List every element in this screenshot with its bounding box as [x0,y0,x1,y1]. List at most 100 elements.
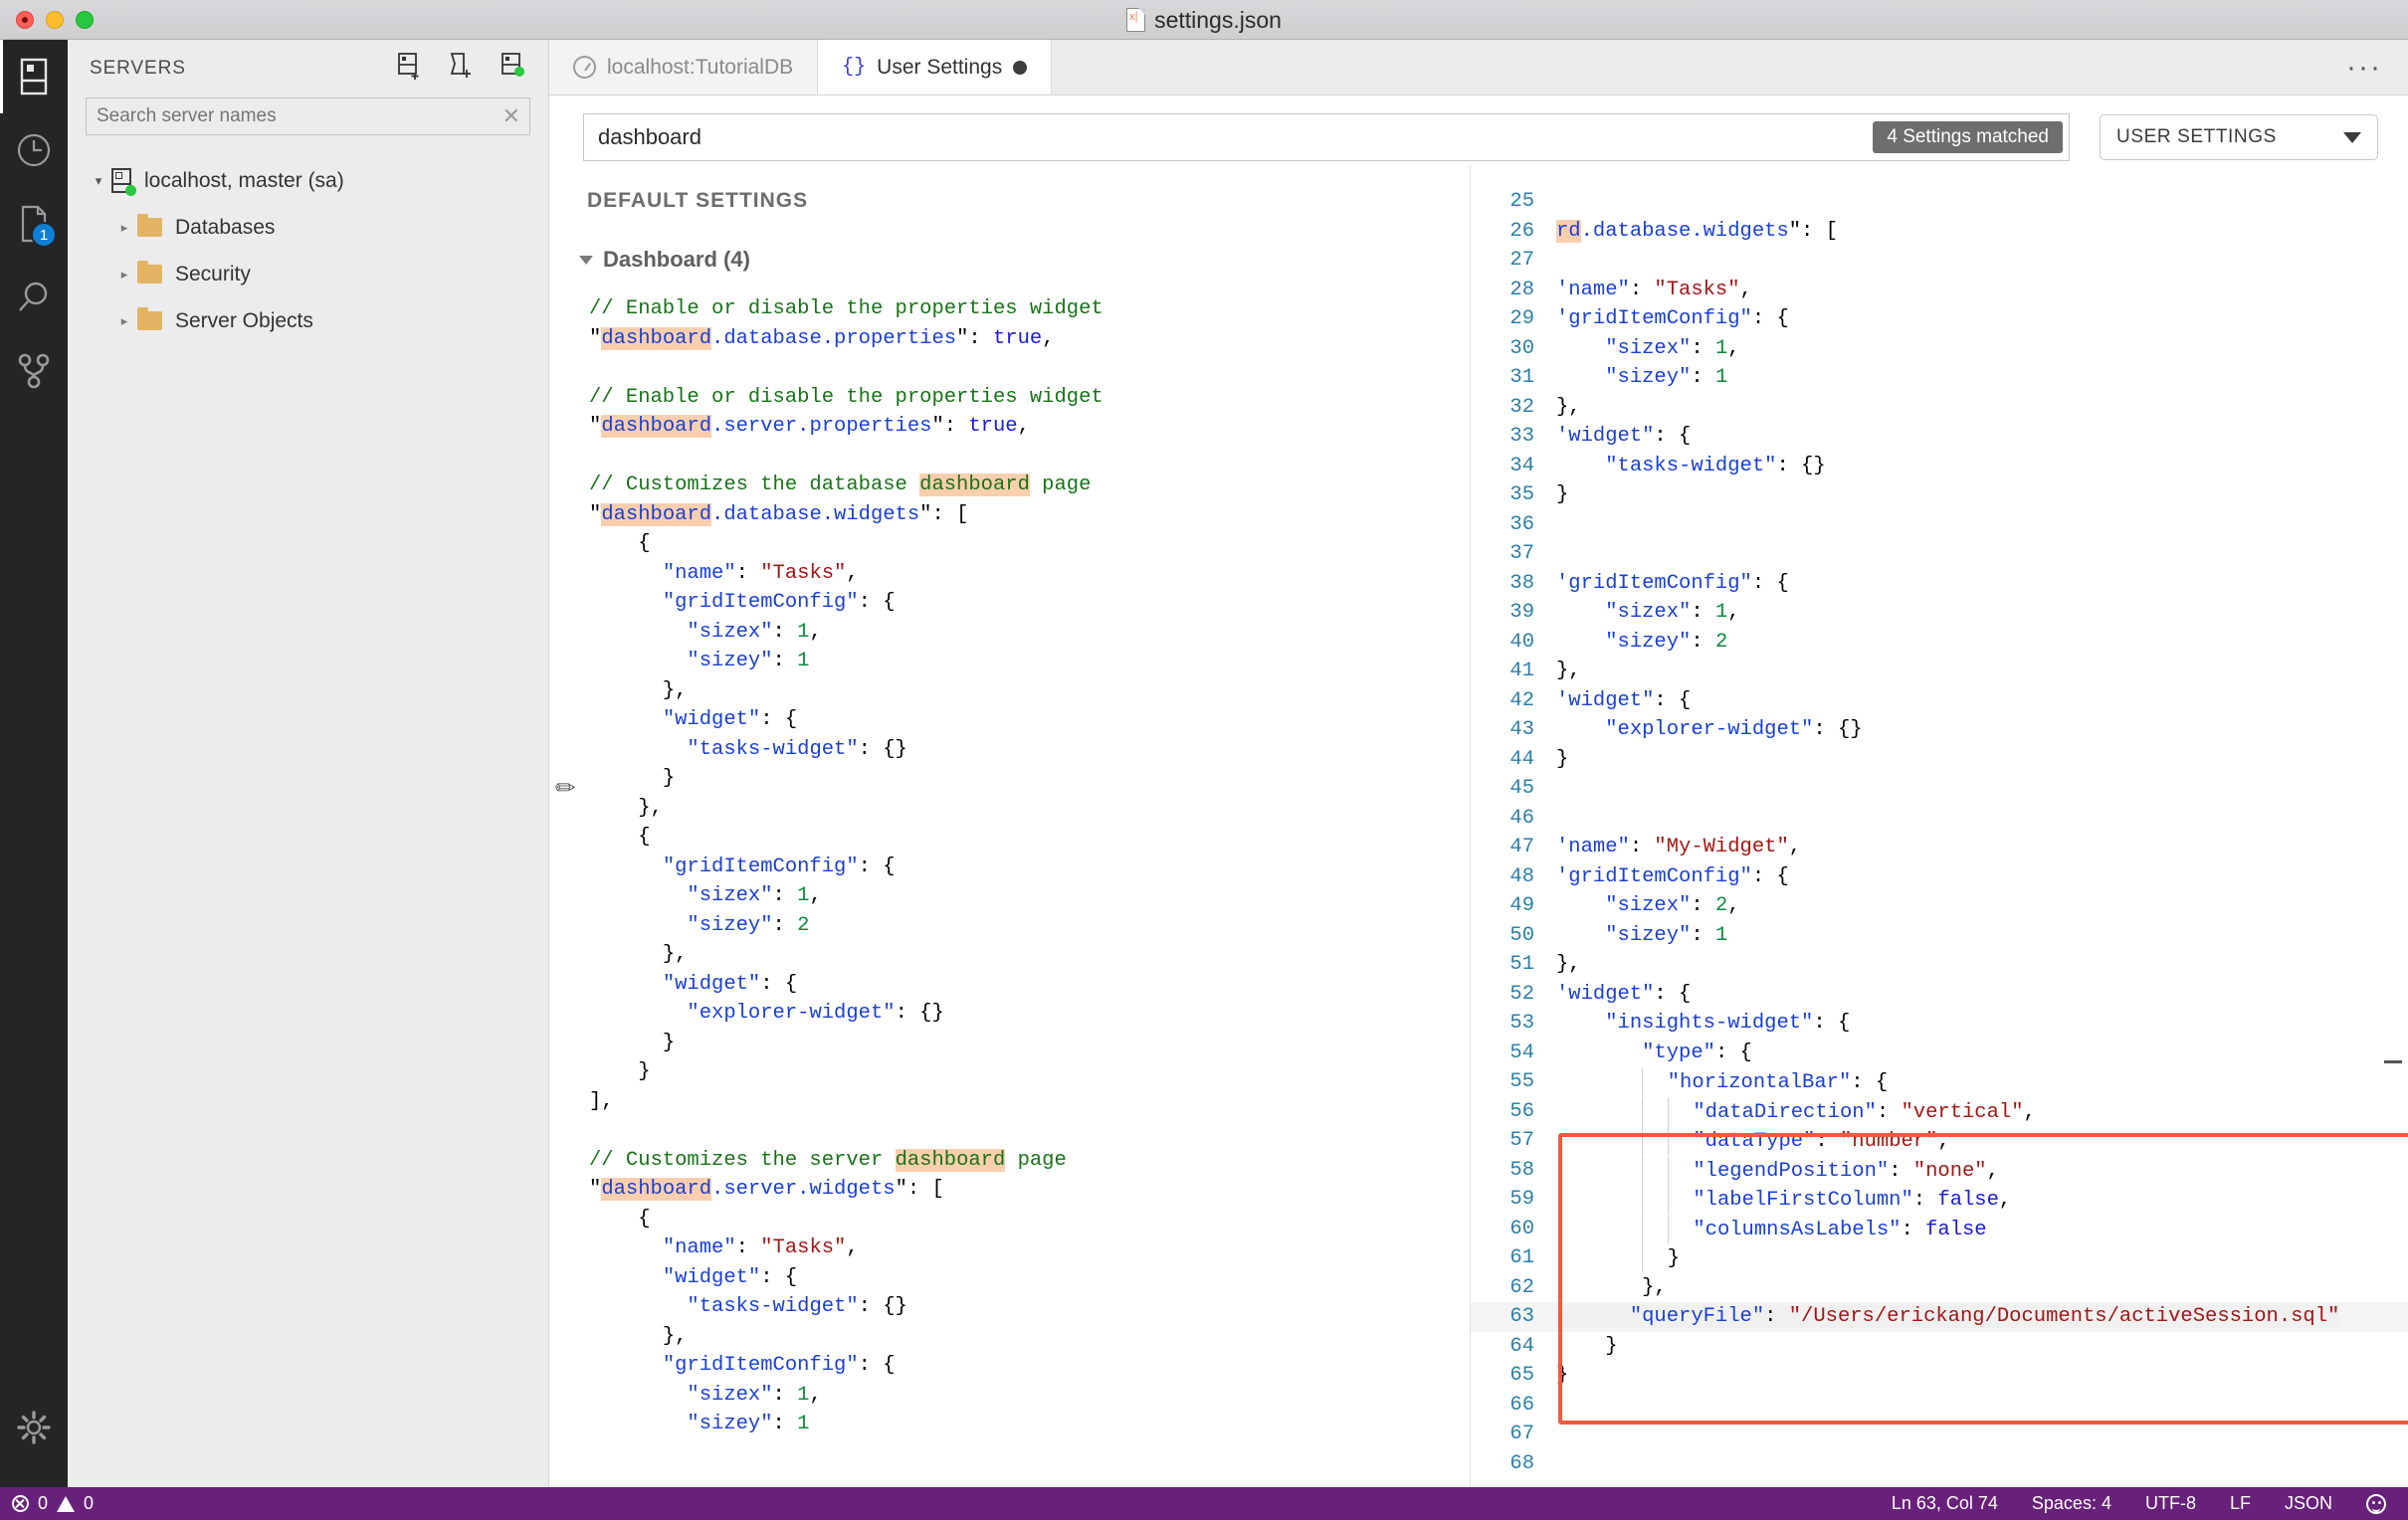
editor-line: 41}, [1471,657,2408,686]
line-content[interactable]: 'widget": { [1556,983,1691,1006]
line-content[interactable]: "tasks-widget": {} [1556,455,1825,477]
status-eol[interactable]: LF [2230,1493,2251,1514]
line-number: 53 [1509,1012,1534,1036]
line-content[interactable]: rd.database.widgets": [ [1556,219,1838,243]
status-cursor-position[interactable]: Ln 63, Col 74 [1892,1493,1998,1514]
line-content[interactable]: "sizex": 1, [1556,337,1739,360]
activity-item-search[interactable] [0,261,68,334]
server-connected-icon[interactable] [501,52,526,86]
line-content[interactable]: 'gridItemConfig": { [1556,307,1789,330]
line-content[interactable]: "sizey": 2 [1556,631,1727,654]
line-content[interactable]: "labelFirstColumn": false, [1556,1185,2011,1215]
tab-label: localhost:TutorialDB [607,55,794,79]
server-search-wrapper: ✕ [86,97,530,135]
line-content[interactable]: 'widget": { [1556,425,1691,448]
folder-icon [137,307,162,330]
status-problems[interactable]: 0 0 [0,1493,94,1514]
line-number: 44 [1509,747,1534,771]
line-content[interactable]: 'name": "My-Widget", [1556,836,1801,858]
line-content[interactable]: "explorer-widget": {} [1556,718,1862,741]
line-content[interactable]: "type": { [1556,1042,1752,1064]
line-number: 40 [1509,630,1534,654]
app-window: settings.json 1 [0,0,2408,1520]
add-server-icon[interactable] [397,52,423,86]
editor-actions-more-button[interactable]: ··· [2320,40,2408,95]
editor-line: 32}, [1471,393,2408,423]
line-content[interactable]: }, [1556,953,1581,976]
line-content[interactable]: "columnsAsLabels": false [1556,1214,1987,1243]
status-encoding[interactable]: UTF-8 [2145,1493,2196,1514]
settings-toolbar: 4 Settings matched USER SETTINGS [549,95,2408,165]
status-indentation[interactable]: Spaces: 4 [2032,1493,2111,1514]
tab-localhost-tutorialdb[interactable]: localhost:TutorialDB [549,40,819,95]
line-content[interactable]: }, [1556,1276,1667,1299]
chevron-right-icon[interactable]: ▸ [111,220,137,236]
activity-item-source-control[interactable] [0,334,68,408]
line-content[interactable]: "horizontalBar": { [1556,1067,1888,1097]
editor-line: 34 "tasks-widget": {} [1471,452,2408,481]
line-content[interactable]: "sizex": 1, [1556,601,1739,624]
line-number: 60 [1509,1217,1534,1240]
line-number: 59 [1509,1188,1534,1212]
add-group-icon[interactable] [449,52,475,86]
window-title: settings.json [1154,6,1282,33]
line-content[interactable]: "insights-widget": { [1556,1012,1850,1035]
line-content[interactable]: 'widget": { [1556,689,1691,712]
sidebar-title: SERVERS [90,58,186,79]
settings-panes: DEFAULT SETTINGS Dashboard (4) ✎ // Enab… [549,165,2408,1487]
line-content[interactable]: 'gridItemConfig": { [1556,865,1789,888]
activity-item-servers[interactable] [0,40,68,113]
settings-scope-dropdown[interactable]: USER SETTINGS [2100,114,2378,160]
status-language-mode[interactable]: JSON [2285,1493,2332,1514]
close-icon[interactable]: ✕ [502,104,520,128]
user-settings-editor-pane[interactable]: 25 26 rd.database.widgets": [ 27 28 'name"… [1471,165,2408,1487]
line-content[interactable]: } [1556,1243,1680,1273]
chevron-right-icon[interactable]: ▸ [111,313,137,329]
tree-item-localhost[interactable]: ▾ localhost, master (sa) [68,157,548,204]
line-content[interactable]: } [1556,483,1568,506]
line-content[interactable]: 'gridItemConfig": { [1556,572,1789,595]
activity-item-history[interactable] [0,113,68,187]
line-content[interactable]: "queryFile": "/Users/erickang/Documents/… [1556,1305,2340,1329]
search-icon [19,282,48,311]
unsaved-indicator-icon[interactable] [1013,60,1028,75]
line-content[interactable]: "dataDirection": "vertical", [1556,1096,2036,1126]
smiley-icon[interactable] [2366,1493,2386,1514]
tree-item-databases[interactable]: ▸ Databases [68,204,548,251]
line-content[interactable]: }, [1556,396,1581,419]
line-content[interactable]: 'name": "Tasks", [1556,279,1752,301]
activity-bar: 1 [0,40,68,1487]
json-braces-icon: {} [842,56,867,79]
line-number: 31 [1509,366,1534,390]
maximize-window-button[interactable] [76,10,94,29]
search-input[interactable] [86,97,530,135]
line-content[interactable]: "sizey": 1 [1556,366,1727,389]
close-window-button[interactable] [16,10,34,29]
chevron-right-icon[interactable]: ▸ [111,267,137,283]
line-content[interactable]: } [1556,1335,1617,1358]
default-settings-code[interactable]: // Enable or disable the properties widg… [549,273,1470,1439]
editor-line: 39 "sizex": 1, [1471,598,2408,628]
activity-item-tasks[interactable]: 1 [0,187,68,261]
status-bar: 0 0 Ln 63, Col 74 Spaces: 4 UTF-8 LF JSO… [0,1487,2408,1520]
line-content[interactable]: "sizex": 2, [1556,894,1739,917]
chevron-down-icon[interactable]: ▾ [86,173,111,189]
line-content[interactable]: "sizey": 1 [1556,924,1727,947]
activity-item-settings[interactable] [0,1394,68,1461]
settings-group-dashboard[interactable]: Dashboard (4) [549,213,1470,273]
chevron-down-icon [2343,131,2361,143]
line-content[interactable]: }, [1556,660,1581,682]
line-number: 56 [1509,1099,1534,1123]
line-content[interactable]: "dataType": "number", [1556,1126,1950,1156]
window-title-group: settings.json [0,0,2408,40]
tab-user-settings[interactable]: {} User Settings [818,40,1053,95]
tree-item-security[interactable]: ▸ Security [68,251,548,297]
default-settings-pane: DEFAULT SETTINGS Dashboard (4) ✎ // Enab… [549,165,1470,1487]
tree-item-server-objects[interactable]: ▸ Server Objects [68,297,548,344]
settings-search-input[interactable] [584,114,2069,160]
line-content[interactable]: "legendPosition": "none", [1556,1155,1999,1185]
minimize-window-button[interactable] [46,10,64,29]
line-number: 46 [1509,806,1534,830]
line-content[interactable]: } [1556,1364,1568,1387]
line-content[interactable]: } [1556,748,1568,771]
